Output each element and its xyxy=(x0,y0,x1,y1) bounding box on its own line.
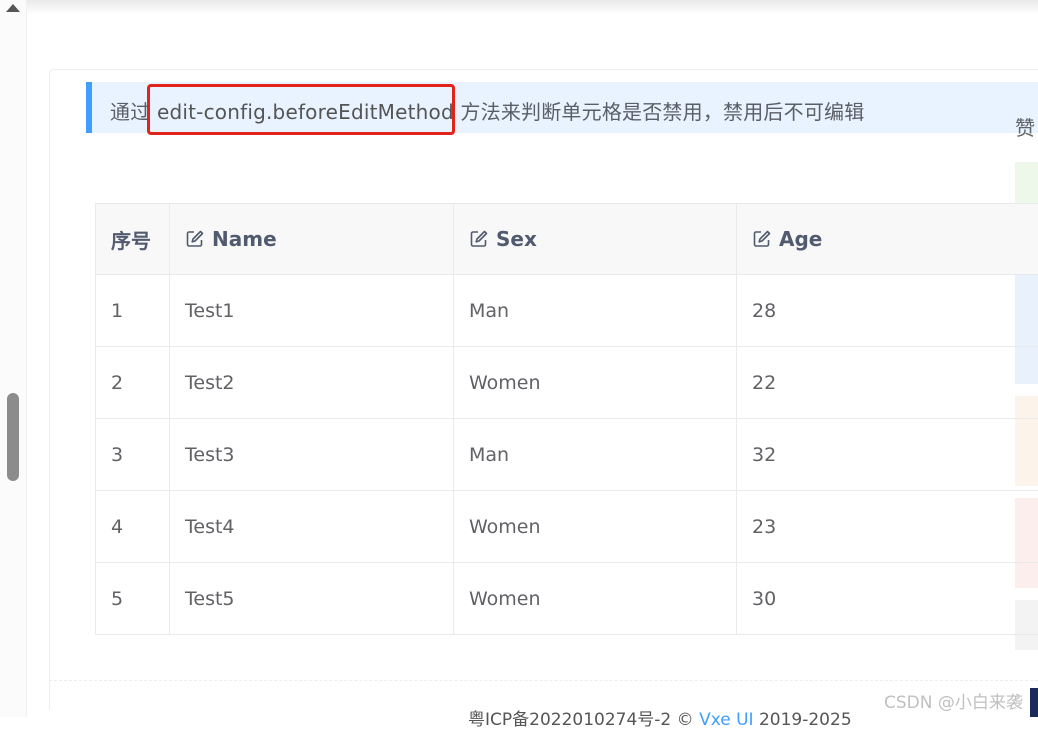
cell-sex[interactable]: Man xyxy=(454,419,737,490)
cell-age[interactable]: 22 xyxy=(737,347,1038,418)
footer-icp[interactable]: 粤ICP备2022010274号-2 xyxy=(468,710,671,730)
cell-name[interactable]: Test4 xyxy=(170,491,454,562)
cell-age[interactable]: 32 xyxy=(737,419,1038,490)
column-header-label: 序号 xyxy=(111,228,151,253)
csdn-watermark: CSDN @小白来袭 xyxy=(884,693,1023,713)
dark-corner-panel xyxy=(1030,688,1038,717)
table-header-row: 序号 Name Sex Age xyxy=(96,204,1038,275)
cell-age[interactable]: 23 xyxy=(737,491,1038,562)
edit-icon xyxy=(753,230,771,247)
cell-seq: 5 xyxy=(96,563,170,634)
cell-age[interactable]: 28 xyxy=(737,275,1038,346)
cell-name[interactable]: Test5 xyxy=(170,563,454,634)
site-footer: 粤ICP备2022010274号-2 © Vxe UI 2019-2025 xyxy=(468,705,852,730)
footer-link[interactable]: Vxe UI xyxy=(699,710,754,730)
highlight-annotation-box xyxy=(147,84,455,135)
scroll-thumb[interactable] xyxy=(7,393,19,481)
cell-sex[interactable]: Women xyxy=(454,563,737,634)
cell-seq: 3 xyxy=(96,419,170,490)
cell-name[interactable]: Test2 xyxy=(170,347,454,418)
footer-years: 2019-2025 xyxy=(758,710,852,730)
tip-prefix: 通过 xyxy=(110,100,151,124)
edit-icon xyxy=(470,230,488,247)
cell-name[interactable]: Test1 xyxy=(170,275,454,346)
side-label: 赞 xyxy=(1015,116,1035,140)
data-table: 序号 Name Sex Age 1 Test1 Man 28 2 Test2 W… xyxy=(95,203,1038,635)
cell-sex[interactable]: Man xyxy=(454,275,737,346)
top-shadow xyxy=(0,0,1038,14)
column-header-label: Name xyxy=(212,227,277,251)
table-row: 5 Test5 Women 30 xyxy=(96,563,1038,635)
cell-seq: 2 xyxy=(96,347,170,418)
cell-seq: 4 xyxy=(96,491,170,562)
edit-icon xyxy=(186,230,204,247)
footer-divider xyxy=(49,680,1038,681)
column-header-name[interactable]: Name xyxy=(170,204,454,274)
column-header-label: Sex xyxy=(496,227,537,251)
cell-sex[interactable]: Women xyxy=(454,491,737,562)
tip-suffix: 方法来判断单元格是否禁用，禁用后不可编辑 xyxy=(460,100,865,124)
table-row: 2 Test2 Women 22 xyxy=(96,347,1038,419)
column-header-label: Age xyxy=(779,227,823,251)
column-header-seq[interactable]: 序号 xyxy=(96,204,170,274)
cell-seq: 1 xyxy=(96,275,170,346)
column-header-age[interactable]: Age xyxy=(737,204,1038,274)
footer-copyright: © xyxy=(676,710,694,730)
scroll-up-arrow-icon[interactable] xyxy=(6,4,20,12)
cell-name[interactable]: Test3 xyxy=(170,419,454,490)
column-header-sex[interactable]: Sex xyxy=(454,204,737,274)
table-row: 4 Test4 Women 23 xyxy=(96,491,1038,563)
cell-age[interactable]: 30 xyxy=(737,563,1038,634)
cell-sex[interactable]: Women xyxy=(454,347,737,418)
table-row: 3 Test3 Man 32 xyxy=(96,419,1038,491)
vertical-scrollbar[interactable] xyxy=(0,0,27,717)
table-row: 1 Test1 Man 28 xyxy=(96,275,1038,347)
